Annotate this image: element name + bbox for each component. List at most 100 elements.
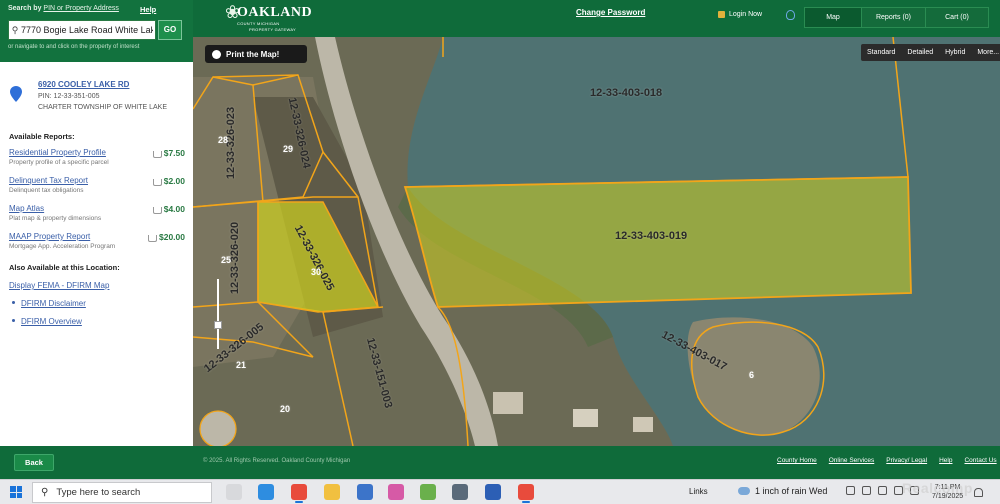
weather-widget[interactable]: 1 inch of rain Wed (738, 486, 827, 496)
tab-map[interactable]: Map (805, 8, 862, 27)
help-link[interactable]: Help (140, 5, 156, 14)
search-icon: ⚲ (41, 487, 49, 498)
snipping-tool-icon[interactable] (420, 484, 436, 500)
cart-icon (152, 178, 162, 186)
report-price[interactable]: $7.50 (152, 148, 185, 158)
lot-number: 20 (280, 404, 291, 414)
task-view-icon[interactable] (226, 484, 242, 500)
edge-icon[interactable] (258, 484, 274, 500)
report-item: Delinquent Tax Report Delinquent tax obl… (9, 176, 189, 200)
report-price[interactable]: $4.00 (152, 204, 185, 214)
report-desc: Property profile of a specific parcel (9, 159, 109, 166)
search-hint: or navigate to and click on the property… (8, 44, 140, 50)
cart-icon (152, 206, 162, 214)
search-label: Search by PIN or Property Address (8, 5, 119, 12)
login-button[interactable]: Login Now (718, 11, 762, 18)
footer-link-contact[interactable]: Contact Us (964, 457, 996, 464)
map-view[interactable]: 12-33-403-018 12-33-403-019 12-33-403-01… (193, 37, 1000, 446)
location-pin-icon (10, 86, 22, 102)
login-label: Login Now (729, 11, 763, 18)
parcel-label: 12-33-403-019 (615, 230, 688, 242)
property-pin: PIN: 12-33-351-005 (38, 93, 100, 100)
lock-icon (718, 11, 725, 18)
report-desc: Mortgage App. Acceleration Program (9, 243, 116, 250)
search-input[interactable] (21, 25, 153, 35)
lot-number: 6 (749, 370, 755, 380)
search-box: ⚲ (8, 20, 156, 40)
property-address-link[interactable]: 6920 COOLEY LAKE RD (38, 80, 129, 89)
wifi-icon[interactable] (878, 486, 887, 495)
left-panel: 6920 COOLEY LAKE RD PIN: 12-33-351-005 C… (0, 62, 193, 446)
print-map-button[interactable]: Print the Map! (205, 45, 307, 63)
logo-name: OAKLAND (237, 5, 313, 20)
map-type-more[interactable]: More... (971, 44, 1000, 61)
available-reports-heading: Available Reports: (9, 132, 75, 141)
lot-number: 30 (311, 267, 322, 277)
chrome-icon[interactable] (518, 484, 534, 503)
report-item: Map Atlas Plat map & property dimensions… (9, 204, 189, 228)
parcel-label: 12-33-403-018 (590, 87, 663, 99)
search-icon: ⚲ (11, 24, 19, 35)
dfirm-disclaimer-link[interactable]: DFIRM Disclaimer (12, 299, 86, 308)
taskbar-search[interactable]: ⚲ Type here to search (32, 482, 212, 503)
taskbar-links[interactable]: Links (689, 487, 708, 496)
go-button[interactable]: GO (158, 20, 182, 40)
oakland-logo[interactable]: ❀ OAKLAND COUNTY MICHIGAN PROPERTY GATEW… (225, 2, 312, 34)
report-item: MAAP Property Report Mortgage App. Accel… (9, 232, 189, 256)
report-name[interactable]: MAAP Property Report (9, 232, 90, 241)
windows-start-icon[interactable] (10, 486, 22, 498)
report-price[interactable]: $2.00 (152, 176, 185, 186)
report-name[interactable]: Residential Property Profile (9, 148, 106, 157)
tab-cart[interactable]: Cart (0) (926, 8, 988, 27)
map-type-standard[interactable]: Standard (861, 44, 901, 61)
change-password-link[interactable]: Change Password (576, 8, 645, 17)
calculator-icon[interactable] (452, 484, 468, 500)
report-name[interactable]: Delinquent Tax Report (9, 176, 88, 185)
user-icon[interactable] (786, 10, 795, 20)
footer-link-online-services[interactable]: Online Services (829, 457, 875, 464)
cart-icon (148, 234, 157, 242)
lot-number: 21 (236, 360, 247, 370)
footer-link-county-home[interactable]: County Home (777, 457, 817, 464)
chrome-icon[interactable] (291, 484, 307, 503)
footer-link-privacy[interactable]: Privacy/ Legal (886, 457, 927, 464)
logo-sub: COUNTY MICHIGAN (237, 21, 280, 26)
print-icon (212, 49, 221, 59)
lot-number: 28 (218, 135, 229, 145)
nav-tabs: Map Reports (0) Cart (0) (804, 7, 989, 28)
rain-cloud-icon (738, 487, 750, 495)
lot-number: 29 (283, 144, 294, 154)
report-desc: Delinquent tax obligations (9, 187, 84, 194)
also-available-heading: Also Available at this Location: (9, 263, 120, 272)
footer-link-help[interactable]: Help (939, 457, 952, 464)
zoom-slider-handle[interactable] (214, 321, 222, 329)
report-desc: Plat map & property dimensions (9, 215, 102, 222)
network-icon[interactable] (862, 486, 871, 495)
search-panel: Search by PIN or Property Address Help ⚲… (0, 0, 193, 62)
lot-number: 25 (221, 255, 232, 265)
back-button[interactable]: Back (14, 454, 54, 471)
map-type-detailed[interactable]: Detailed (901, 44, 939, 61)
footer: Back © 2025. All Rights Reserved. Oaklan… (0, 446, 1000, 479)
map-type-switcher: Standard Detailed Hybrid More... (861, 44, 1000, 61)
realcomp-watermark: Realcomp (902, 480, 973, 496)
app-icon[interactable] (485, 484, 501, 500)
map-type-hybrid[interactable]: Hybrid (939, 44, 971, 61)
copyright: © 2025. All Rights Reserved. Oakland Cou… (203, 458, 351, 464)
pin-address-link[interactable]: PIN or Property Address (43, 5, 118, 12)
mail-icon[interactable] (357, 484, 373, 500)
windows-taskbar: ⚲ Type here to search Links 1 inch of ra… (0, 479, 1000, 504)
report-item: Residential Property Profile Property pr… (9, 148, 189, 172)
fema-dfirm-link[interactable]: Display FEMA - DFIRM Map (9, 281, 109, 290)
chevron-up-icon[interactable] (846, 486, 855, 495)
report-price[interactable]: $20.00 (148, 232, 185, 242)
dfirm-overview-link[interactable]: DFIRM Overview (12, 317, 82, 326)
paint-icon[interactable] (388, 484, 404, 500)
cart-icon (152, 150, 162, 158)
notification-icon[interactable] (974, 488, 983, 497)
tab-reports[interactable]: Reports (0) (862, 8, 926, 27)
report-name[interactable]: Map Atlas (9, 204, 44, 213)
file-explorer-icon[interactable] (324, 484, 340, 500)
zoom-slider-track[interactable] (217, 279, 219, 349)
footer-links: County Home Online Services Privacy/ Leg… (777, 457, 997, 464)
